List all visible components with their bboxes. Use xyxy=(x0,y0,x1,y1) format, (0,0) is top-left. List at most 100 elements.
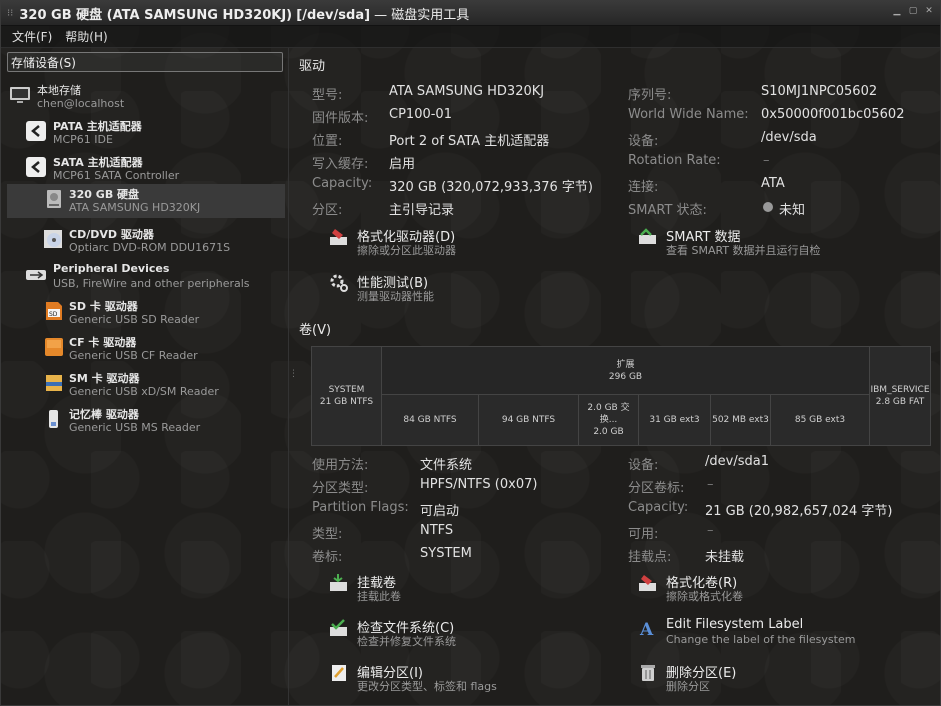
sidebar-item-cf-reader[interactable]: CF 卡 驱动器 Generic USB CF Reader xyxy=(43,332,285,366)
sidebar-item-peripheral-devices[interactable]: Peripheral Devices USB, FireWire and oth… xyxy=(25,260,285,294)
drive-location-value: Port 2 of SATA 主机适配器 xyxy=(389,134,550,149)
device-subtitle: MCP61 IDE xyxy=(53,133,113,146)
controller-icon xyxy=(26,121,46,141)
volume-mount-point-label: 挂载点: xyxy=(628,550,672,565)
memory-stick-icon xyxy=(49,410,58,428)
drive-model-label: 型号: xyxy=(312,88,343,103)
svg-text:SD: SD xyxy=(49,311,58,318)
device-title: 320 GB 硬盘 xyxy=(69,188,140,201)
drive-model-value: ATA SAMSUNG HD320KJ xyxy=(389,84,545,99)
volume-logical[interactable]: 31 GB ext3 xyxy=(639,395,711,445)
title-bar[interactable]: ⁝⁝ 320 GB 硬盘 (ATA SAMSUNG HD320KJ) [/dev… xyxy=(1,1,940,26)
format-drive-icon xyxy=(330,229,347,245)
device-title: SD 卡 驱动器 xyxy=(69,300,138,313)
window-menu-icon[interactable]: ⁝⁝ xyxy=(7,8,13,19)
device-subtitle: Generic USB SD Reader xyxy=(69,313,200,326)
drive-capacity-label: Capacity: xyxy=(312,176,373,191)
menu-file[interactable]: 文件(F) xyxy=(12,28,52,45)
volume-system[interactable]: SYSTEM 21 GB NTFS xyxy=(312,347,382,445)
volume-logical[interactable]: 94 GB NTFS xyxy=(479,395,579,445)
volume-ibm-service[interactable]: IBM_SERVICE 2.8 GB FAT xyxy=(870,347,930,445)
drive-rotation-value: – xyxy=(763,153,770,168)
sd-card-icon: SD xyxy=(46,302,62,320)
smart-data-icon xyxy=(639,228,656,244)
storage-devices-header[interactable]: 存储设备(S) xyxy=(7,52,283,72)
check-filesystem-icon xyxy=(330,619,347,636)
device-subtitle: Generic USB MS Reader xyxy=(69,421,201,434)
svg-text:A: A xyxy=(639,620,654,638)
maximize-icon[interactable]: ▢ xyxy=(908,6,918,16)
close-icon[interactable]: ✕ xyxy=(924,6,934,16)
sidebar-item-sd-reader[interactable]: SD SD 卡 驱动器 Generic USB SD Reader xyxy=(43,296,285,330)
sidebar-item-sm-reader[interactable]: SM 卡 驱动器 Generic USB xD/SM Reader xyxy=(43,368,285,402)
mount-icon xyxy=(330,574,347,591)
drive-capacity-value: 320 GB (320,072,933,376 字节) xyxy=(389,180,593,195)
drive-partitioning-label: 分区: xyxy=(312,203,343,218)
drive-write-cache-value: 启用 xyxy=(389,157,416,172)
volume-capacity-label: Capacity: xyxy=(628,500,689,515)
volume-mount-point-value: 未挂载 xyxy=(705,550,745,565)
drive-section-heading: 驱动 xyxy=(299,59,326,74)
volume-device-value: /dev/sda1 xyxy=(705,454,769,469)
computer-icon xyxy=(10,87,30,103)
device-subtitle: USB, FireWire and other peripherals xyxy=(53,277,250,290)
volume-label-value: SYSTEM xyxy=(420,546,472,561)
drive-write-cache-label: 写入缓存: xyxy=(312,157,369,172)
sidebar-item-pata-adapter[interactable]: PATA 主机适配器 MCP61 IDE xyxy=(25,116,285,150)
volume-logical[interactable]: 2.0 GB 交换... 2.0 GB xyxy=(579,395,639,445)
menu-help[interactable]: 帮助(H) xyxy=(65,28,107,45)
volume-extended[interactable]: 扩展 296 GB xyxy=(382,347,870,395)
volume-logical[interactable]: 84 GB NTFS xyxy=(382,395,479,445)
drive-serial-label: 序列号: xyxy=(628,88,672,103)
device-title: Peripheral Devices xyxy=(53,262,170,275)
volume-map: SYSTEM 21 GB NTFS 扩展 296 GB 84 GB NTFS 9… xyxy=(311,346,931,446)
volume-usage-value: 文件系统 xyxy=(420,458,473,473)
format-volume-icon xyxy=(639,575,656,591)
benchmark-icon xyxy=(330,274,348,292)
volume-label-label: 卷标: xyxy=(312,550,343,565)
drive-device-value: /dev/sda xyxy=(761,130,817,145)
volume-logical[interactable]: 85 GB ext3 xyxy=(771,395,870,445)
device-title: CD/DVD 驱动器 xyxy=(69,228,154,241)
volume-logical[interactable]: 502 MB ext3 xyxy=(711,395,771,445)
device-title: 本地存储 xyxy=(37,84,81,97)
usb-icon xyxy=(26,270,46,280)
edit-label-icon: A xyxy=(639,620,654,638)
controller-icon xyxy=(26,157,46,177)
device-title: SM 卡 驱动器 xyxy=(69,372,140,385)
sidebar-item-optical-drive[interactable]: CD/DVD 驱动器 Optiarc DVD-ROM DDU1671S xyxy=(43,224,285,258)
volume-partition-type-label: 分区类型: xyxy=(312,481,369,496)
drive-location-label: 位置: xyxy=(312,134,343,149)
sm-card-icon xyxy=(46,375,62,391)
drive-rotation-label: Rotation Rate: xyxy=(628,153,721,168)
sidebar-item-memory-stick-reader[interactable]: 记忆棒 驱动器 Generic USB MS Reader xyxy=(43,404,285,438)
cf-card-icon xyxy=(45,338,63,356)
device-title: PATA 主机适配器 xyxy=(53,120,142,133)
volumes-section-heading: 卷(V) xyxy=(299,323,332,338)
drive-device-label: 设备: xyxy=(628,134,659,149)
drive-firmware-label: 固件版本: xyxy=(312,111,369,126)
delete-partition-icon xyxy=(641,665,655,681)
details-pane: 驱动 型号: ATA SAMSUNG HD320KJ 固件版本: CP100-0… xyxy=(297,48,937,705)
device-title: SATA 主机适配器 xyxy=(53,156,143,169)
app-window: ⁝⁝ 320 GB 硬盘 (ATA SAMSUNG HD320KJ) [/dev… xyxy=(0,0,941,706)
volume-type-label: 类型: xyxy=(312,527,343,542)
volume-partition-label-value: – xyxy=(707,477,714,492)
drive-wwn-value: 0x50000f001bc05602 xyxy=(761,107,905,122)
device-title: 记忆棒 驱动器 xyxy=(69,408,139,421)
minimize-icon[interactable]: ▁ xyxy=(892,6,902,16)
drive-smart-label: SMART 状态: xyxy=(628,203,707,218)
window-title: 320 GB 硬盘 (ATA SAMSUNG HD320KJ) [/dev/sd… xyxy=(19,7,470,23)
volume-usage-label: 使用方法: xyxy=(312,458,369,473)
sidebar-item-sata-adapter[interactable]: SATA 主机适配器 MCP61 SATA Controller xyxy=(25,152,285,186)
drive-connection-value: ATA xyxy=(761,176,785,191)
device-subtitle: Generic USB xD/SM Reader xyxy=(69,385,219,398)
sidebar-item-local-storage[interactable]: 本地存储 chen@localhost xyxy=(9,80,285,114)
menu-bar: 文件(F) 帮助(H) xyxy=(1,25,940,48)
drive-serial-value: S10MJ1NPC05602 xyxy=(761,84,878,99)
device-subtitle: chen@localhost xyxy=(37,97,125,110)
sidebar-item-harddisk[interactable]: 320 GB 硬盘 ATA SAMSUNG HD320KJ xyxy=(7,184,285,218)
drive-connection-label: 连接: xyxy=(628,180,659,195)
optical-drive-icon xyxy=(44,230,62,248)
drive-wwn-label: World Wide Name: xyxy=(628,107,749,122)
